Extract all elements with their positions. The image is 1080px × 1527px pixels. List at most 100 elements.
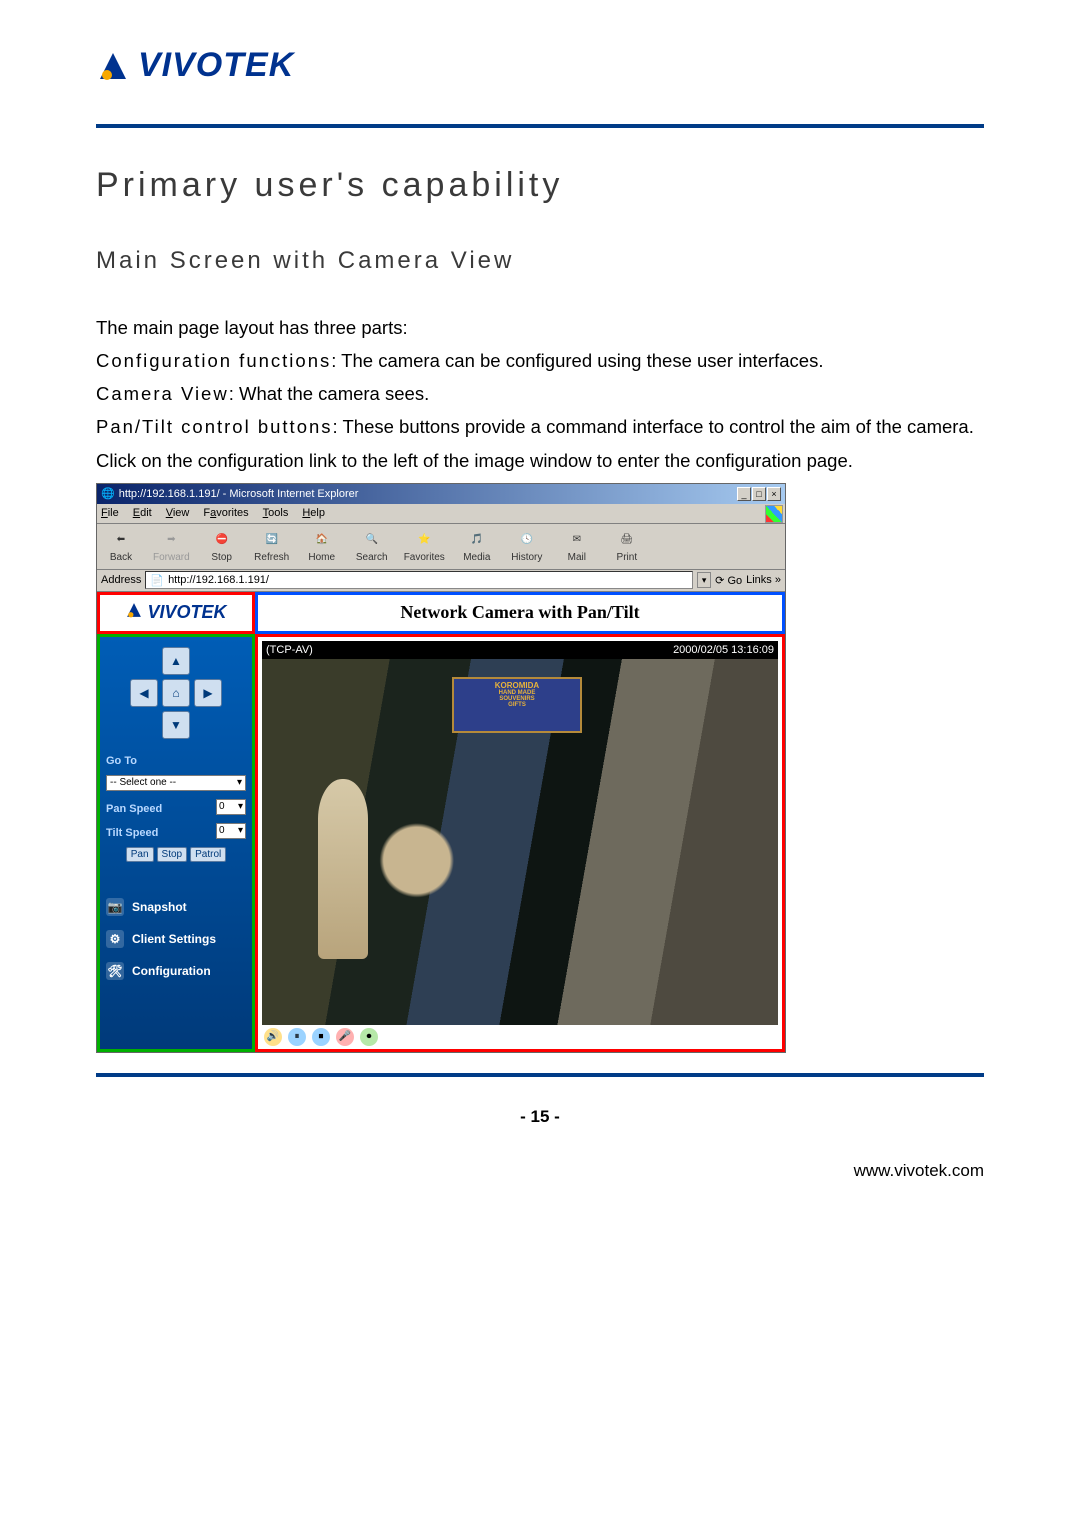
menu-favorites[interactable]: Favorites: [203, 507, 248, 519]
maximize-button[interactable]: □: [752, 487, 766, 501]
ptz-home-button[interactable]: ⌂: [162, 679, 190, 707]
goto-label: Go To: [106, 755, 246, 767]
ptz-pad: ▲ ◀ ⌂ ▶ ▼: [106, 647, 246, 739]
page-icon: 📄: [150, 574, 164, 587]
tilt-speed-label: Tilt Speed: [106, 827, 158, 839]
footer-url: www.vivotek.com: [96, 1161, 984, 1181]
pause-button[interactable]: ⏸: [288, 1028, 306, 1046]
ptz-down-button[interactable]: ▼: [162, 711, 190, 739]
desc-camview: : What the camera sees.: [229, 383, 430, 404]
pan-speed-label: Pan Speed: [106, 803, 162, 815]
video-header: (TCP-AV) 2000/02/05 13:16:09: [262, 641, 778, 659]
bottom-divider: [96, 1073, 984, 1077]
ie-screenshot: 🌐 http://192.168.1.191/ - Microsoft Inte…: [96, 483, 786, 1053]
stop-ptz-button[interactable]: Stop: [157, 847, 188, 862]
address-value: http://192.168.1.191/: [168, 574, 269, 586]
menu-view[interactable]: View: [166, 507, 190, 519]
speaker-button[interactable]: 🔊: [264, 1028, 282, 1046]
page-number: - 15 -: [96, 1107, 984, 1127]
video-pane: (TCP-AV) 2000/02/05 13:16:09 KOROMIDA HA…: [255, 634, 785, 1052]
refresh-button[interactable]: 🔄Refresh: [254, 530, 290, 563]
go-button[interactable]: ⟳ Go: [715, 574, 742, 587]
forward-icon: ➡: [161, 530, 181, 550]
video-timestamp: 2000/02/05 13:16:09: [673, 644, 774, 656]
search-button[interactable]: 🔍Search: [354, 530, 390, 563]
ptz-left-button[interactable]: ◀: [130, 679, 158, 707]
config-line: Configuration functions: The camera can …: [96, 344, 984, 377]
address-input[interactable]: 📄 http://192.168.1.191/: [145, 571, 693, 589]
stop-button[interactable]: ⛔Stop: [204, 530, 240, 563]
logo-mark-icon: [96, 49, 130, 83]
camview-line: Camera View: What the camera sees.: [96, 377, 984, 410]
desc-config: : The camera can be configured using the…: [331, 350, 823, 371]
ptz-up-button[interactable]: ▲: [162, 647, 190, 675]
section-heading: Main Screen with Camera View: [96, 247, 984, 275]
stop-video-button[interactable]: ⏹: [312, 1028, 330, 1046]
header-logo-row: VIVOTEK: [96, 46, 984, 88]
print-icon: 🖨: [617, 530, 637, 550]
ie-toolbar: ⬅Back ➡Forward ⛔Stop 🔄Refresh 🏠Home 🔍Sea…: [97, 524, 785, 570]
menu-tools[interactable]: Tools: [263, 507, 289, 519]
tilt-speed-select[interactable]: 0▾: [216, 823, 246, 839]
document-page: VIVOTEK Primary user's capability Main S…: [0, 0, 1080, 1221]
chevron-down-icon: ▾: [238, 801, 243, 812]
home-icon: 🏠: [312, 530, 332, 550]
cam-title: Network Camera with Pan/Tilt: [255, 592, 785, 634]
history-button[interactable]: 🕓History: [509, 530, 545, 563]
mail-icon: ✉: [567, 530, 587, 550]
menu-file[interactable]: FFileile: [101, 507, 119, 519]
favorites-button[interactable]: ⭐Favorites: [404, 530, 445, 563]
media-icon: 🎵: [467, 530, 487, 550]
goto-select[interactable]: -- Select one --▾: [106, 775, 246, 791]
ie-titlebar: 🌐 http://192.168.1.191/ - Microsoft Inte…: [97, 484, 785, 504]
address-dropdown[interactable]: ▾: [697, 572, 711, 588]
pan-speed-select[interactable]: 0▾: [216, 799, 246, 815]
chevron-down-icon: ▾: [238, 825, 243, 836]
window-title: http://192.168.1.191/ - Microsoft Intern…: [119, 488, 359, 500]
desc-pantilt: : These buttons provide a command interf…: [333, 416, 974, 437]
cam-sidebar: ▲ ◀ ⌂ ▶ ▼ Go To -- Select one --▾ P: [97, 634, 255, 1052]
address-label: Address: [101, 574, 141, 586]
click-config-line: Click on the configuration link to the l…: [96, 444, 984, 477]
search-icon: 🔍: [362, 530, 382, 550]
wrench-icon: 🛠: [106, 962, 124, 980]
history-icon: 🕓: [517, 530, 537, 550]
windows-flag-icon: [765, 505, 783, 523]
minimize-button[interactable]: _: [737, 487, 751, 501]
chevron-down-icon: ▾: [237, 777, 242, 788]
term-camview: Camera View: [96, 383, 229, 404]
mail-button[interactable]: ✉Mail: [559, 530, 595, 563]
gear-icon: ⚙: [106, 930, 124, 948]
back-icon: ⬅: [111, 530, 131, 550]
video-controls: 🔊 ⏸ ⏹ 🎤 ⏺: [262, 1025, 778, 1047]
shop-sign: KOROMIDA HAND MADE SOUVENIRS GIFTS: [452, 677, 582, 733]
camera-icon: 📷: [106, 898, 124, 916]
print-button[interactable]: 🖨Print: [609, 530, 645, 563]
links-button[interactable]: Links »: [746, 574, 781, 586]
menu-help[interactable]: Help: [302, 507, 325, 519]
back-button[interactable]: ⬅Back: [103, 530, 139, 563]
intro-line: The main page layout has three parts:: [96, 311, 984, 344]
cam-vivotek-logo: VIVOTEK: [125, 601, 226, 624]
top-divider: [96, 124, 984, 128]
configuration-link[interactable]: 🛠Configuration: [106, 962, 246, 980]
record-button[interactable]: ⏺: [360, 1028, 378, 1046]
pan-button[interactable]: Pan: [126, 847, 154, 862]
page-heading: Primary user's capability: [96, 166, 984, 205]
media-button[interactable]: 🎵Media: [459, 530, 495, 563]
pantilt-line: Pan/Tilt control buttons: These buttons …: [96, 410, 984, 443]
forward-button[interactable]: ➡Forward: [153, 530, 190, 563]
ptz-right-button[interactable]: ▶: [194, 679, 222, 707]
stream-label: (TCP-AV): [266, 644, 313, 656]
refresh-icon: 🔄: [262, 530, 282, 550]
patrol-button[interactable]: Patrol: [190, 847, 226, 862]
snapshot-link[interactable]: 📷Snapshot: [106, 898, 246, 916]
video-image: KOROMIDA HAND MADE SOUVENIRS GIFTS: [262, 659, 778, 1025]
mic-button[interactable]: 🎤: [336, 1028, 354, 1046]
menu-edit[interactable]: Edit: [133, 507, 152, 519]
home-button[interactable]: 🏠Home: [304, 530, 340, 563]
favorites-icon: ⭐: [414, 530, 434, 550]
client-settings-link[interactable]: ⚙Client Settings: [106, 930, 246, 948]
statue-shape: [318, 779, 368, 959]
close-button[interactable]: ×: [767, 487, 781, 501]
